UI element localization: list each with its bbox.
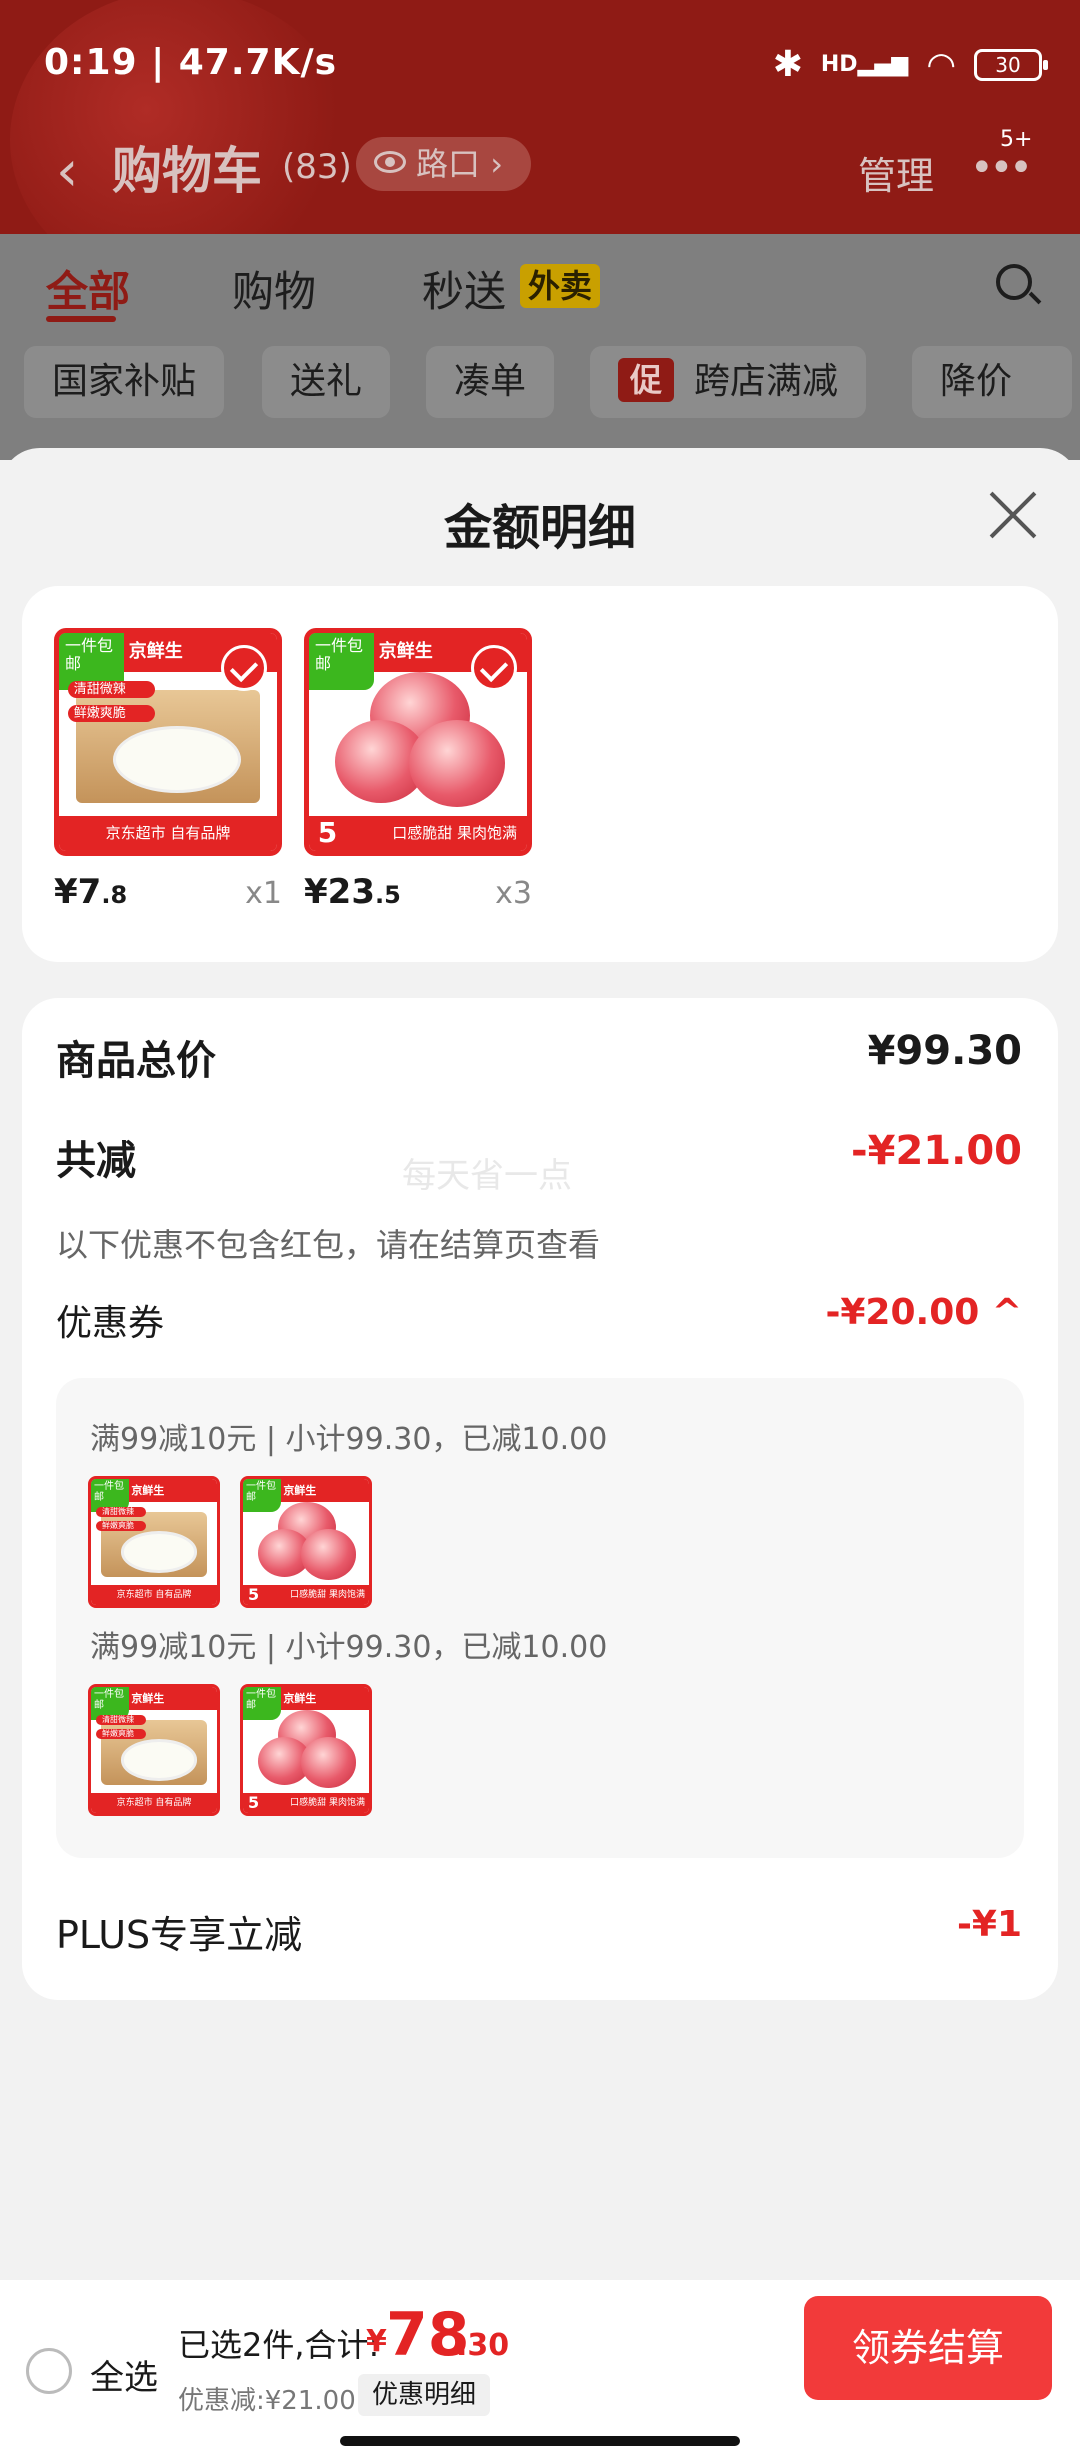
filter-chip-label: 跨店满减 <box>694 361 839 402</box>
coupon-products: 一件包邮 京鲜生 清甜微辣 鲜嫩爽脆 京东超市 自有品牌 一件包邮 京鲜生 口感脆… <box>88 1476 372 1608</box>
total-value: ¥99.30 <box>867 1028 1022 1074</box>
selected-summary: 已选2件,合计: <box>178 2326 380 2364</box>
coupon-rule: 满99减10元 | 小计99.30，已减10.00 <box>90 1422 608 1457</box>
discount-value: -¥21.00 <box>851 1128 1022 1174</box>
coupon-label: 优惠券 <box>56 1303 165 1344</box>
free-shipping-tag: 一件包邮 <box>309 633 375 690</box>
tab-miaosong[interactable]: 秒送 <box>422 258 506 319</box>
wifi-icon: ◠ <box>926 44 956 85</box>
location-pill[interactable]: 路口 › <box>356 137 531 191</box>
status-icons: ✱ HD▂▄▆ ◠ 30 <box>772 44 1048 85</box>
product-image-radish: 一件包邮 京鲜生 清甜微辣 鲜嫩爽脆 京东超市 自有品牌 <box>54 628 282 856</box>
total-currency: ¥ <box>366 2324 387 2359</box>
product-item-apple[interactable]: 一件包邮 京鲜生 口感脆甜 果肉饱满 5 ¥23.5 x3 <box>304 628 532 912</box>
amount-detail-sheet: 金额明细 一件包邮 京鲜生 清甜微辣 鲜嫩爽脆 京东超市 自有品牌 ¥7.8 x… <box>0 448 1080 2280</box>
total-decimal: .30 <box>456 2328 510 2363</box>
nav-row: ‹ 购物车 (83) 路口 › 管理 ••• 5+ <box>0 125 1080 209</box>
check-icon <box>471 645 517 691</box>
location-label: 路口 <box>416 145 481 183</box>
coupon-product-radish: 一件包邮 京鲜生 清甜微辣 鲜嫩爽脆 京东超市 自有品牌 <box>88 1684 220 1816</box>
product-price: ¥7.8 <box>54 872 128 912</box>
coupon-product-apple: 一件包邮 京鲜生 口感脆甜 果肉饱满 5 <box>240 1476 372 1608</box>
discount-label: 共减 <box>56 1138 136 1184</box>
manage-button[interactable]: 管理 <box>858 145 934 200</box>
filter-chip-gift[interactable]: 送礼 <box>262 346 391 418</box>
status-time: 0:19 | 47.7K/s <box>44 42 338 83</box>
checkout-button[interactable]: 领券结算 <box>804 2296 1052 2400</box>
price-detail-card: 商品总价 ¥99.30 共减 每天省一点 -¥21.00 以下优惠不包含红包，请… <box>22 998 1058 2000</box>
filter-chip-price-drop[interactable]: 降价 <box>912 346 1073 418</box>
page-title: 购物车 <box>112 142 262 200</box>
close-icon[interactable] <box>988 490 1038 540</box>
chevron-right-icon: › <box>490 145 503 183</box>
coupon-toggle[interactable]: -¥20.00 ^ <box>825 1292 1022 1333</box>
checkout-bar: 全选 已选2件,合计: ¥ 78 .30 优惠减:¥21.00 优惠明细 领券结… <box>0 2280 1080 2460</box>
back-icon[interactable]: ‹ <box>56 139 78 204</box>
plus-discount-value: -¥1 <box>956 1904 1022 1945</box>
bluetooth-icon: ✱ <box>772 44 803 85</box>
coupon-products: 一件包邮 京鲜生 清甜微辣 鲜嫩爽脆 京东超市 自有品牌 一件包邮 京鲜生 口感脆… <box>88 1684 372 1816</box>
discount-note: 以下优惠不包含红包，请在结算页查看 <box>56 1226 601 1264</box>
cart-header: 0:19 | 47.7K/s ✱ HD▂▄▆ ◠ 30 ‹ 购物车 (83) 路… <box>0 0 1080 234</box>
tab-shopping[interactable]: 购物 <box>232 258 316 319</box>
search-icon[interactable] <box>996 264 1032 300</box>
message-badge: 5+ <box>1000 127 1033 152</box>
total-label: 商品总价 <box>56 1038 216 1084</box>
discount-detail-button[interactable]: 优惠明细 <box>358 2374 491 2416</box>
eye-icon <box>374 151 406 173</box>
coupon-detail-box: 满99减10元 | 小计99.30，已减10.00 一件包邮 京鲜生 清甜微辣鲜… <box>56 1378 1024 1858</box>
select-all-label[interactable]: 全选 <box>90 2350 158 2399</box>
products-card: 一件包邮 京鲜生 清甜微辣 鲜嫩爽脆 京东超市 自有品牌 ¥7.8 x1 一件包… <box>22 586 1058 962</box>
battery-icon: 30 <box>974 48 1048 81</box>
tab-underline <box>46 316 116 322</box>
cart-count: (83) <box>282 147 352 187</box>
check-icon <box>221 645 267 691</box>
sheet-title: 金额明细 <box>443 500 636 556</box>
filter-chip-national-subsidy[interactable]: 国家补贴 <box>24 346 225 418</box>
tab-all[interactable]: 全部 <box>46 258 130 319</box>
filter-chip-bundle[interactable]: 凑单 <box>426 346 555 418</box>
select-all-checkbox[interactable] <box>26 2348 72 2394</box>
product-image-apple: 一件包邮 京鲜生 口感脆甜 果肉饱满 5 <box>304 628 532 856</box>
promo-icon: 促 <box>618 358 674 402</box>
saved-amount: 优惠减:¥21.00 <box>178 2386 356 2416</box>
filter-chip-cross-store[interactable]: 促跨店满减 <box>590 346 867 418</box>
tabs-area: 全部 购物 秒送 外卖 国家补贴 送礼 凑单 促跨店满减 降价 <box>0 234 1080 460</box>
product-qty: x3 <box>495 876 532 911</box>
cart-page-background: 0:19 | 47.7K/s ✱ HD▂▄▆ ◠ 30 ‹ 购物车 (83) 路… <box>0 0 1080 460</box>
product-price: ¥23.5 <box>304 872 401 912</box>
product-item-radish[interactable]: 一件包邮 京鲜生 清甜微辣 鲜嫩爽脆 京东超市 自有品牌 ¥7.8 x1 <box>54 628 282 912</box>
product-qty: x1 <box>245 876 282 911</box>
watermark-text: 每天省一点 <box>402 1156 572 1196</box>
brand-label: 京鲜生 <box>378 641 433 663</box>
waimai-badge: 外卖 <box>520 264 601 308</box>
coupon-product-apple: 一件包邮 京鲜生 口感脆甜 果肉饱满 5 <box>240 1684 372 1816</box>
plus-discount-label: PLUS专享立减 <box>56 1913 303 1957</box>
signal-icon: HD▂▄▆ <box>820 52 909 77</box>
home-indicator[interactable] <box>340 2436 740 2446</box>
coupon-rule: 满99减10元 | 小计99.30，已减10.00 <box>90 1630 608 1665</box>
coupon-product-radish: 一件包邮 京鲜生 清甜微辣 鲜嫩爽脆 京东超市 自有品牌 <box>88 1476 220 1608</box>
brand-label: 京鲜生 <box>128 641 183 663</box>
